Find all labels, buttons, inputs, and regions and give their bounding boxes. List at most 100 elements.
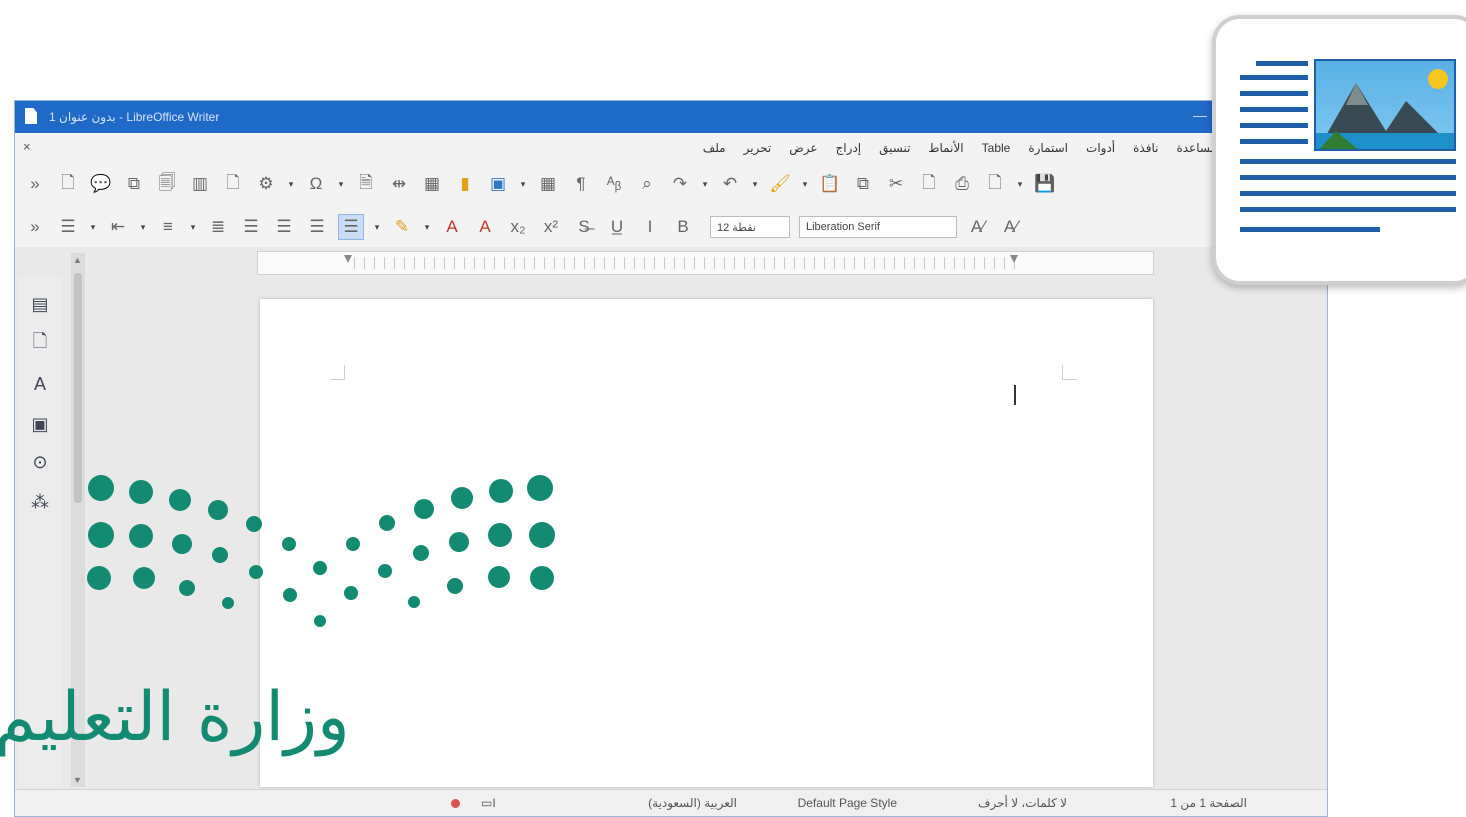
- record-changes-icon[interactable]: [451, 799, 460, 808]
- print-icon[interactable]: ⎙: [950, 172, 974, 196]
- page-icon[interactable]: 🗋: [27, 331, 53, 357]
- selection-mode-icon[interactable]: ▭I: [481, 796, 496, 810]
- italic-icon[interactable]: I: [638, 215, 662, 239]
- horizontal-ruler[interactable]: [257, 251, 1154, 275]
- insert-image-icon[interactable]: ⇹: [387, 172, 411, 196]
- window-title: 1 بدون عنوان - LibreOffice Writer: [49, 110, 220, 124]
- bold-icon[interactable]: B: [671, 215, 695, 239]
- minimize-button[interactable]: —: [1193, 107, 1207, 123]
- menu-item[interactable]: Table: [982, 141, 1011, 155]
- find-replace-icon[interactable]: ⌕: [635, 172, 659, 196]
- spelling-icon[interactable]: ᴬᵦ: [602, 172, 626, 196]
- copy-icon[interactable]: ⧉: [851, 172, 875, 196]
- dropdown-arrow-icon[interactable]: ▾: [1016, 172, 1024, 196]
- insert-textbox-icon[interactable]: ⚙: [254, 172, 278, 196]
- dropdown-arrow-icon[interactable]: ▾: [751, 172, 759, 196]
- insert-field-icon[interactable]: ▥: [188, 172, 212, 196]
- manage-changes-icon[interactable]: ⁂: [27, 489, 53, 515]
- align-center-icon[interactable]: ☰: [305, 215, 329, 239]
- menu-item[interactable]: إدراج: [836, 141, 862, 155]
- insert-chart-icon[interactable]: 🗎: [354, 172, 378, 196]
- left-indent-marker[interactable]: [344, 255, 352, 263]
- word-count[interactable]: لا كلمات، لا أحرف: [978, 796, 1067, 810]
- subscript-icon[interactable]: x₂: [506, 215, 530, 239]
- text-line: [1240, 191, 1456, 196]
- undo-icon[interactable]: ↶: [718, 172, 742, 196]
- superscript-icon[interactable]: x²: [539, 215, 563, 239]
- dropdown-arrow-icon[interactable]: ▾: [287, 172, 295, 196]
- gallery-icon[interactable]: ▣: [27, 411, 53, 437]
- close-document-icon[interactable]: ×: [23, 139, 31, 154]
- menu-item[interactable]: الأنماط: [928, 141, 963, 155]
- export-pdf-icon[interactable]: 🗋: [983, 172, 1007, 196]
- styles-icon[interactable]: A: [27, 371, 53, 397]
- cut-icon[interactable]: ✂: [884, 172, 908, 196]
- insert-table-icon[interactable]: ▦: [536, 172, 560, 196]
- menu-item[interactable]: نافذة: [1133, 141, 1158, 155]
- font-size-combo[interactable]: 12 نقطة: [710, 216, 790, 238]
- paste-icon[interactable]: 📋: [818, 172, 842, 196]
- page-info[interactable]: الصفحة 1 من 1: [1170, 796, 1247, 810]
- dropdown-arrow-icon[interactable]: ▾: [373, 215, 381, 239]
- menu-item[interactable]: أدوات: [1086, 141, 1115, 155]
- text-line: [1240, 175, 1456, 180]
- document-page[interactable]: [260, 299, 1153, 787]
- clear-direct-formatting-icon[interactable]: A: [473, 215, 497, 239]
- dropdown-arrow-icon[interactable]: ▾: [701, 172, 709, 196]
- status-bar: الصفحة 1 من 1 لا كلمات، لا أحرف Default …: [15, 789, 1327, 816]
- line-spacing-icon[interactable]: ☰: [56, 215, 80, 239]
- ordered-list-icon[interactable]: ≡: [156, 215, 180, 239]
- highlight-color-icon[interactable]: ✎: [390, 215, 414, 239]
- underline-icon[interactable]: U̲: [605, 215, 629, 239]
- properties-icon[interactable]: ▤: [27, 291, 53, 317]
- dropdown-arrow-icon[interactable]: ▾: [337, 172, 345, 196]
- text-line: [1240, 227, 1380, 232]
- align-right-icon[interactable]: ☰: [338, 214, 364, 240]
- unordered-list-icon[interactable]: ≣: [206, 215, 230, 239]
- page-style[interactable]: Default Page Style: [798, 796, 897, 810]
- formatting-marks-icon[interactable]: ¶: [569, 172, 593, 196]
- dropdown-arrow-icon[interactable]: ▾: [423, 215, 431, 239]
- overflow-chevron-icon[interactable]: »: [23, 172, 47, 196]
- menu-item[interactable]: تنسيق: [879, 141, 910, 155]
- save-icon[interactable]: 💾: [1033, 172, 1057, 196]
- new-document-icon[interactable]: 🗋: [56, 172, 80, 196]
- font-name-combo[interactable]: Liberation Serif: [799, 216, 957, 238]
- scroll-up-icon[interactable]: ▲: [73, 255, 82, 265]
- comment-icon[interactable]: 💬: [89, 172, 113, 196]
- dropdown-arrow-icon[interactable]: ▾: [139, 215, 147, 239]
- dropdown-arrow-icon[interactable]: ▾: [519, 172, 527, 196]
- insert-chart-icon[interactable]: ▮: [453, 172, 477, 196]
- overflow-chevron-icon[interactable]: »: [23, 215, 47, 239]
- formatting-toolbar: » ☰ ▾ ⇤ ▾ ≡ ▾ ≣ ☰ ☰ ☰ ☰ ▾ ✎ ▾ A A x₂ x² …: [15, 205, 1327, 247]
- menu-item[interactable]: تحرير: [744, 141, 772, 155]
- menu-item[interactable]: ملف: [703, 141, 726, 155]
- scroll-down-icon[interactable]: ▼: [73, 775, 82, 785]
- page-break-icon[interactable]: 🗋: [221, 172, 245, 196]
- menu-item[interactable]: استمارة: [1028, 141, 1068, 155]
- footnote-icon[interactable]: ⧉: [122, 172, 146, 196]
- language[interactable]: العربية (السعودية): [648, 796, 737, 810]
- clone-formatting-icon[interactable]: 🖌: [768, 172, 792, 196]
- paragraph-style-icon[interactable]: A⁄: [999, 215, 1023, 239]
- decrease-indent-icon[interactable]: ⇤: [106, 215, 130, 239]
- insert-table-icon[interactable]: ▦: [420, 172, 444, 196]
- menu-item[interactable]: عرض: [789, 141, 817, 155]
- strikethrough-icon[interactable]: S̶: [572, 215, 596, 239]
- dropdown-arrow-icon[interactable]: ▾: [189, 215, 197, 239]
- redo-icon[interactable]: ↷: [668, 172, 692, 196]
- navigator-icon[interactable]: ⊙: [27, 449, 53, 475]
- paragraph-style-icon[interactable]: A⁄: [966, 215, 990, 239]
- print-preview-icon[interactable]: 🗋: [917, 172, 941, 196]
- scroll-thumb[interactable]: [74, 273, 82, 503]
- insert-image-icon[interactable]: ▣: [486, 172, 510, 196]
- menu-item[interactable]: مساعدة: [1176, 141, 1217, 155]
- font-color-icon[interactable]: A: [440, 215, 464, 239]
- special-character-icon[interactable]: Ω: [304, 172, 328, 196]
- dropdown-arrow-icon[interactable]: ▾: [801, 172, 809, 196]
- hyperlink-icon[interactable]: 🗐: [155, 172, 179, 196]
- align-left-icon[interactable]: ☰: [272, 215, 296, 239]
- dropdown-arrow-icon[interactable]: ▾: [89, 215, 97, 239]
- title-bar[interactable]: 1 بدون عنوان - LibreOffice Writer —: [15, 101, 1327, 133]
- justify-icon[interactable]: ☰: [239, 215, 263, 239]
